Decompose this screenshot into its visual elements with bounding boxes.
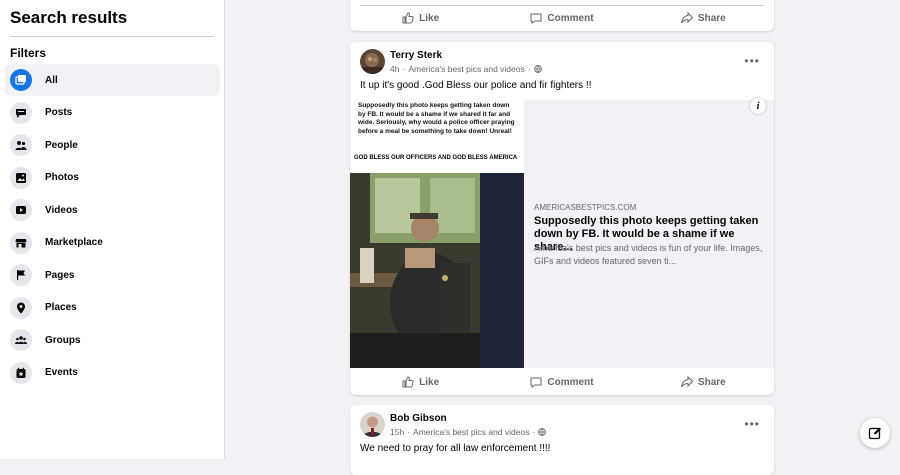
page-title: Search results (10, 8, 128, 27)
link-preview[interactable]: Supposedly this photo keeps getting take… (350, 98, 774, 368)
filter-item-videos[interactable]: Videos (5, 194, 220, 226)
post-header: Bob Gibson 15h · America's best pics and… (350, 405, 774, 443)
filter-label: Pages (45, 269, 75, 281)
post-card: Bob Gibson 15h · America's best pics and… (350, 405, 774, 475)
post-author[interactable]: Bob Gibson (390, 413, 447, 424)
comment-button[interactable]: Comment (491, 376, 632, 388)
events-icon (10, 361, 32, 384)
share-icon (680, 12, 693, 24)
marketplace-icon (10, 231, 32, 254)
link-preview-image: Supposedly this photo keeps getting take… (350, 100, 524, 368)
post-actions: Like Comment Share (350, 6, 774, 30)
filter-label: Marketplace (45, 237, 103, 248)
filter-item-places[interactable]: Places (5, 292, 220, 324)
search-filters-sidebar: Search results Filters All Posts People … (0, 0, 225, 459)
filter-item-marketplace[interactable]: Marketplace (5, 227, 220, 259)
post-time[interactable]: 15h (390, 427, 404, 437)
filter-label: Events (45, 367, 78, 378)
videos-icon (10, 199, 32, 221)
photos-icon (10, 166, 32, 189)
post-author[interactable]: Terry Sterk (390, 50, 442, 61)
divider (10, 36, 214, 37)
filter-item-photos[interactable]: Photos (5, 162, 220, 194)
post-header: Terry Sterk 4h · America's best pics and… (350, 42, 774, 80)
filter-item-events[interactable]: Events (5, 357, 220, 389)
filter-label: Groups (45, 334, 81, 346)
groups-icon (10, 329, 32, 351)
post-source[interactable]: America's best pics and videos (413, 427, 529, 437)
filter-item-all[interactable]: All (5, 64, 220, 96)
all-icon (10, 69, 32, 91)
post-card: Terry Sterk 4h · America's best pics and… (350, 42, 774, 395)
people-icon (10, 134, 32, 156)
like-button[interactable]: Like (350, 376, 491, 388)
separator-dot: · (402, 64, 406, 74)
filter-item-people[interactable]: People (5, 129, 220, 161)
image-caption: Supposedly this photo keeps getting take… (358, 102, 515, 136)
globe-icon (538, 428, 547, 436)
share-button[interactable]: Share (633, 376, 774, 388)
filter-label: Posts (45, 107, 73, 118)
globe-icon (533, 65, 542, 73)
share-icon (680, 376, 693, 388)
post-actions-bar: Like Comment Share (350, 370, 774, 394)
like-button[interactable]: Like (350, 12, 491, 24)
share-button[interactable]: Share (633, 12, 774, 24)
like-label: Like (419, 12, 440, 24)
filter-item-pages[interactable]: Pages (5, 259, 220, 291)
share-label: Share (697, 376, 726, 388)
comment-label: Comment (547, 376, 594, 388)
info-icon[interactable]: i (750, 98, 766, 114)
comment-icon (530, 13, 542, 24)
link-domain: AMERICASBESTPICS.COM (534, 203, 637, 212)
post-card-previous: Like Comment Share (350, 0, 774, 31)
comment-button[interactable]: Comment (491, 12, 632, 24)
posts-icon (10, 101, 32, 124)
separator-dot: · (532, 427, 536, 437)
filter-item-posts[interactable]: Posts (5, 97, 220, 129)
new-message-button[interactable] (860, 418, 890, 448)
separator-dot: · (527, 64, 531, 74)
post-meta: 15h · America's best pics and videos · (390, 427, 547, 437)
filter-label: Photos (45, 172, 79, 183)
filters-heading: Filters (10, 46, 47, 60)
share-label: Share (697, 12, 726, 24)
comment-label: Comment (547, 12, 594, 24)
filter-list: All Posts People Photos Videos Marketpla… (5, 64, 220, 389)
post-source[interactable]: America's best pics and videos (408, 64, 524, 74)
more-options-icon[interactable]: ••• (744, 417, 760, 431)
link-description: America's best pics and videos is fun of… (534, 243, 763, 266)
filter-label: All (45, 74, 58, 86)
avatar[interactable] (360, 49, 385, 74)
image-caption-secondary: GOD BLESS OUR OFFICERS AND GOD BLESS AME… (354, 155, 518, 161)
post-meta: 4h · America's best pics and videos · (390, 64, 542, 74)
places-icon (10, 296, 32, 319)
comment-icon (530, 377, 542, 388)
separator-dot: · (407, 427, 411, 437)
thumbs-up-icon (402, 376, 414, 388)
post-time[interactable]: 4h (390, 64, 399, 74)
avatar[interactable] (360, 412, 385, 437)
officer-photo (350, 173, 524, 368)
post-actions: Like Comment Share (350, 370, 774, 394)
like-label: Like (419, 376, 440, 388)
filter-label: Places (45, 302, 77, 313)
compose-icon (868, 427, 881, 440)
thumbs-up-icon (402, 12, 414, 24)
more-options-icon[interactable]: ••• (744, 54, 760, 68)
post-text: We need to pray for all law enforcement … (360, 443, 551, 454)
filter-label: People (45, 139, 78, 151)
post-text: It up it's good .God Bless our police an… (360, 80, 592, 91)
filter-item-groups[interactable]: Groups (5, 324, 220, 356)
pages-icon (10, 264, 32, 286)
filter-label: Videos (45, 204, 78, 216)
